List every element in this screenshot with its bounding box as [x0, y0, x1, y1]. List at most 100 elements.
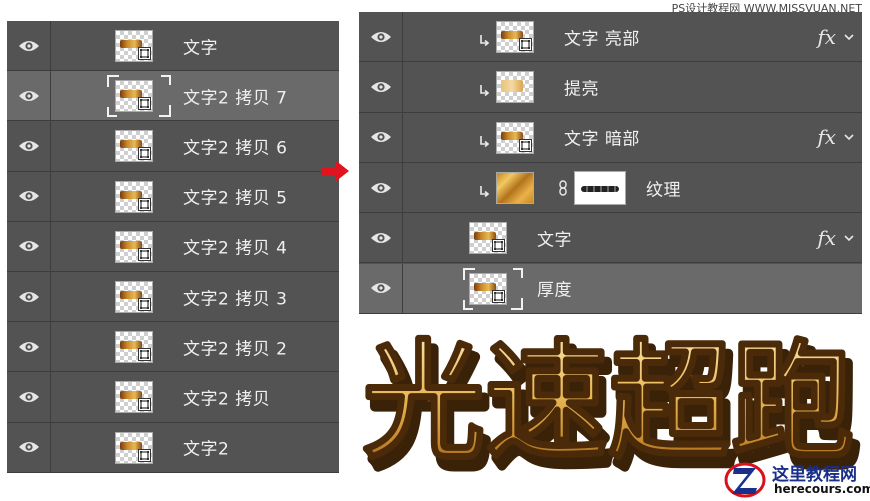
layer-thumbnail[interactable]	[496, 71, 534, 104]
layer-effects-badge[interactable]: fx	[817, 125, 836, 149]
visibility-toggle[interactable]	[359, 213, 403, 263]
eye-icon[interactable]	[370, 80, 392, 94]
eye-icon[interactable]	[18, 239, 40, 253]
layer-row[interactable]: 文字	[7, 21, 339, 72]
layer-name[interactable]: 厚度	[537, 276, 572, 301]
eye-icon[interactable]	[18, 340, 40, 354]
layer-row[interactable]: 文字 亮部 fx	[359, 12, 862, 63]
thumbnail-preview	[501, 80, 523, 93]
eye-icon[interactable]	[370, 281, 392, 295]
layer-thumbnail[interactable]	[469, 222, 507, 255]
eye-icon[interactable]	[370, 130, 392, 144]
smart-object-icon	[138, 47, 151, 60]
site-logo-icon	[724, 462, 766, 498]
layer-thumbnail[interactable]	[115, 130, 153, 163]
smart-object-icon	[492, 239, 505, 253]
layer-row[interactable]: 文字2 拷贝	[7, 372, 339, 423]
visibility-toggle[interactable]	[7, 171, 51, 221]
eye-icon[interactable]	[370, 30, 392, 44]
layer-name[interactable]: 文字2 拷贝 6	[183, 133, 287, 158]
layer-mask-thumbnail[interactable]	[574, 170, 626, 205]
eye-icon[interactable]	[18, 440, 40, 454]
eye-icon[interactable]	[18, 89, 40, 103]
smart-object-icon	[138, 298, 151, 311]
layer-thumbnail[interactable]	[469, 272, 507, 305]
visibility-toggle[interactable]	[359, 62, 403, 112]
smart-object-icon	[492, 289, 505, 303]
layer-thumbnail[interactable]	[115, 230, 153, 263]
layer-name[interactable]: 文字2 拷贝 2	[183, 334, 287, 359]
layer-row[interactable]: 文字 暗部 fx	[359, 112, 862, 163]
layer-row[interactable]: 文字2 拷贝 2	[7, 322, 339, 373]
visibility-toggle[interactable]	[7, 372, 51, 422]
red-arrow-icon	[321, 160, 349, 182]
eye-icon[interactable]	[18, 39, 40, 53]
mask-link-icon[interactable]	[558, 180, 568, 196]
visibility-toggle[interactable]	[7, 71, 51, 121]
layer-thumbnail[interactable]	[115, 381, 153, 414]
eye-icon[interactable]	[18, 139, 40, 153]
layer-row[interactable]: 提亮	[359, 62, 862, 113]
chevron-down-icon[interactable]	[844, 234, 854, 242]
layer-thumbnail[interactable]	[496, 171, 534, 204]
visibility-toggle[interactable]	[7, 272, 51, 322]
visibility-toggle[interactable]	[359, 12, 403, 62]
layer-row[interactable]: 文字2 拷贝 4	[7, 221, 339, 272]
layer-name[interactable]: 文字 暗部	[564, 125, 640, 150]
layer-thumbnail[interactable]	[496, 21, 534, 53]
smart-object-icon	[138, 348, 151, 362]
layer-row[interactable]: 文字2 拷贝 5	[7, 171, 339, 222]
layer-name[interactable]: 文字	[537, 225, 572, 250]
chevron-down-icon[interactable]	[844, 133, 854, 141]
clipping-mask-icon	[479, 182, 490, 198]
layer-row[interactable]: 纹理	[359, 162, 862, 214]
visibility-toggle[interactable]	[7, 422, 51, 472]
site-domain: herecours.com	[774, 482, 870, 496]
layer-name[interactable]: 文字2 拷贝 7	[183, 83, 287, 108]
layer-row[interactable]: 文字2 拷贝 3	[7, 272, 339, 323]
eye-icon[interactable]	[370, 181, 392, 195]
eye-icon[interactable]	[18, 390, 40, 404]
smart-object-icon	[519, 38, 532, 51]
layer-row[interactable]: 文字2	[7, 422, 339, 473]
artwork-title: 光速超跑	[362, 328, 854, 477]
layer-thumbnail[interactable]	[115, 331, 153, 364]
layer-name[interactable]: 文字2	[183, 435, 229, 460]
layer-effects-badge[interactable]: fx	[817, 226, 836, 250]
visibility-toggle[interactable]	[359, 112, 403, 162]
eye-icon[interactable]	[370, 231, 392, 245]
layer-thumbnail[interactable]	[115, 281, 153, 313]
layer-effects-badge[interactable]: fx	[817, 25, 836, 49]
visibility-toggle[interactable]	[359, 263, 403, 313]
eye-icon[interactable]	[18, 189, 40, 203]
layer-thumbnail[interactable]	[496, 121, 534, 154]
layer-thumbnail[interactable]	[115, 80, 153, 113]
visibility-toggle[interactable]	[7, 322, 51, 372]
layer-thumbnail[interactable]	[115, 180, 153, 213]
chevron-down-icon[interactable]	[844, 33, 854, 41]
layer-name[interactable]: 文字	[183, 33, 218, 58]
layer-name[interactable]: 提亮	[564, 74, 599, 99]
smart-object-icon	[138, 147, 151, 161]
layer-row[interactable]: 文字2 拷贝 7	[7, 71, 339, 122]
layer-name[interactable]: 文字 亮部	[564, 24, 640, 49]
visibility-toggle[interactable]	[7, 121, 51, 171]
layer-name[interactable]: 纹理	[646, 175, 681, 200]
layer-name[interactable]: 文字2 拷贝 5	[183, 184, 287, 209]
layer-name[interactable]: 文字2 拷贝 3	[183, 284, 287, 309]
layers-panel-left: 文字文字2 拷贝 7 文字2 拷贝 6 文字2 拷贝 5 文字2 拷贝 4 文字2 拷贝…	[7, 21, 339, 473]
eye-icon[interactable]	[18, 290, 40, 304]
layer-row[interactable]: 厚度	[359, 263, 862, 314]
layer-thumbnail[interactable]	[115, 30, 153, 62]
layer-row[interactable]: 文字 fx	[359, 213, 862, 264]
visibility-toggle[interactable]	[359, 162, 403, 213]
mask-stroke	[581, 185, 619, 192]
site-badge[interactable]: 这里教程网 herecours.com	[724, 458, 870, 501]
visibility-toggle[interactable]	[7, 21, 51, 71]
layer-thumbnail[interactable]	[115, 431, 153, 464]
clipping-mask-icon	[479, 132, 490, 147]
layer-name[interactable]: 文字2 拷贝	[183, 384, 270, 409]
layer-row[interactable]: 文字2 拷贝 6	[7, 121, 339, 172]
visibility-toggle[interactable]	[7, 221, 51, 271]
layer-name[interactable]: 文字2 拷贝 4	[183, 234, 287, 259]
